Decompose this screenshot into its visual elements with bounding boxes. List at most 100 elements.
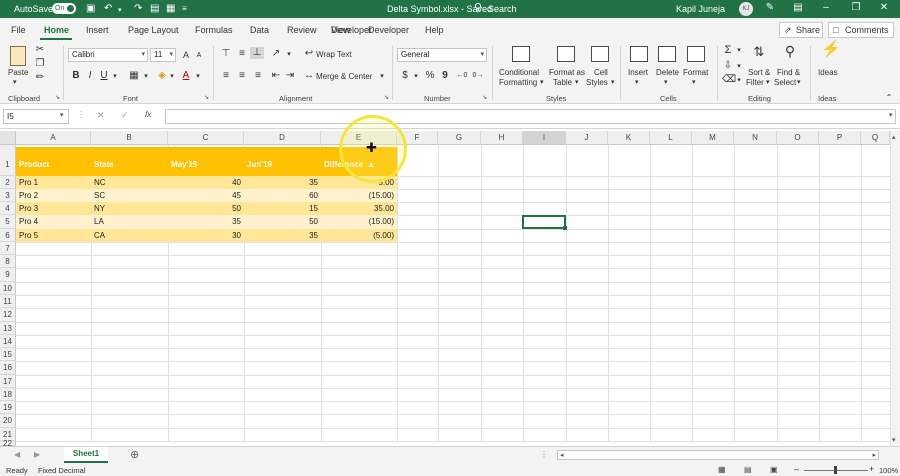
formula-bar-grip-icon[interactable]: ⋮ [77, 110, 85, 119]
table-cell[interactable]: (15.00) [321, 189, 397, 202]
collapse-ribbon-icon[interactable]: ⌃ [883, 92, 895, 104]
autosave-toggle[interactable]: On [52, 3, 76, 14]
decrease-font-icon[interactable]: A [193, 50, 205, 62]
zoom-out-icon[interactable]: – [794, 464, 799, 474]
row-header-14[interactable]: 14 [0, 335, 16, 348]
row-header-8[interactable]: 8 [0, 255, 16, 268]
clear-dropdown-icon[interactable]: ▾ [733, 75, 745, 87]
cut-icon[interactable]: ✂ [34, 44, 46, 56]
column-header-i[interactable]: I [523, 131, 566, 145]
borders-dropdown-icon[interactable]: ▾ [140, 71, 152, 83]
italic-button[interactable]: I [84, 70, 96, 82]
clipboard-launcher-icon[interactable]: ↘ [55, 94, 60, 101]
row-header-20[interactable]: 20 [0, 414, 16, 428]
column-header-q[interactable]: Q [861, 131, 890, 145]
delete-button[interactable]: Delete [656, 68, 679, 78]
insert-button[interactable]: Insert [628, 68, 648, 78]
align-right-icon[interactable]: ≡ [252, 70, 264, 82]
format-cells-icon[interactable] [687, 46, 705, 62]
table-cell[interactable]: 30 [168, 229, 244, 242]
tab-help[interactable]: Help [425, 25, 444, 35]
table-header-cell[interactable]: Jun'19 [244, 147, 321, 176]
column-header-o[interactable]: O [777, 131, 819, 145]
table-cell[interactable]: Pro 2 [16, 189, 91, 202]
table-cell[interactable]: 50 [244, 215, 321, 229]
cell-styles-icon[interactable] [591, 46, 609, 62]
select-all-corner[interactable] [0, 131, 16, 145]
row-header-15[interactable]: 15 [0, 348, 16, 361]
find-dropdown-icon[interactable]: ▾ [797, 78, 801, 88]
format-as-table-icon[interactable] [557, 46, 575, 62]
user-name[interactable]: Kapil Juneja [676, 3, 725, 15]
zoom-slider-thumb[interactable] [834, 466, 837, 474]
middle-align-icon[interactable]: ≡ [236, 48, 248, 60]
save-icon[interactable]: ▣ [86, 3, 95, 15]
row-header-13[interactable]: 13 [0, 322, 16, 335]
table-cell[interactable]: Pro 1 [16, 176, 91, 189]
number-launcher-icon[interactable]: ↘ [482, 94, 487, 101]
top-align-icon[interactable]: ⊤ [220, 48, 232, 60]
conditional-formatting-label-2[interactable]: Formatting [499, 78, 537, 88]
column-header-k[interactable]: K [608, 131, 650, 145]
restore-icon[interactable]: ❐ [848, 2, 864, 13]
sheet-bar-splitter-icon[interactable]: ⋮ [540, 450, 548, 459]
font-color-icon[interactable]: A [180, 70, 192, 82]
active-cell-selection[interactable] [522, 215, 567, 230]
table-cell[interactable]: 35 [244, 229, 321, 242]
expand-formula-bar-icon[interactable]: ▾ [889, 111, 893, 119]
scroll-left-icon[interactable]: ◂ [560, 451, 564, 459]
fill-dropdown-icon[interactable]: ▾ [733, 61, 745, 73]
table-cell[interactable]: SC [91, 189, 168, 202]
table-cell[interactable]: 35 [168, 215, 244, 229]
clipboard-icon[interactable]: ▤ [150, 3, 159, 15]
autosum-dropdown-icon[interactable]: ▾ [733, 45, 745, 57]
table-header-cell[interactable]: May'19 [168, 147, 244, 176]
prev-sheet-icon[interactable]: ◀ [14, 450, 20, 459]
row-header-4[interactable]: 4 [0, 202, 16, 215]
bottom-align-icon[interactable]: ⊥ [250, 47, 264, 59]
undo-icon[interactable]: ↶ [104, 3, 112, 15]
format-as-table-label-2[interactable]: Table [553, 78, 572, 88]
currency-dropdown-icon[interactable]: ▾ [410, 71, 422, 83]
find-select-label-2[interactable]: Select [774, 78, 796, 88]
font-launcher-icon[interactable]: ↘ [204, 94, 209, 101]
decrease-indent-icon[interactable]: ⇤ [270, 70, 282, 82]
tab-review[interactable]: Review [287, 25, 317, 35]
cell-styles-dropdown-icon[interactable]: ▾ [611, 78, 615, 88]
find-select-label-1[interactable]: Find & [777, 68, 800, 78]
zoom-level[interactable]: 100% [879, 466, 898, 475]
row-header-10[interactable]: 10 [0, 282, 16, 295]
row-header-16[interactable]: 16 [0, 361, 16, 375]
sort-dropdown-icon[interactable]: ▾ [766, 78, 770, 88]
column-header-g[interactable]: G [438, 131, 481, 145]
copy-icon[interactable]: ❐ [34, 58, 46, 70]
cell-styles-label-2[interactable]: Styles [586, 78, 608, 88]
row-header-9[interactable]: 9 [0, 268, 16, 282]
page-break-view-icon[interactable]: ▣ [770, 465, 778, 474]
avatar[interactable]: KJ [739, 2, 753, 16]
table-cell[interactable]: LA [91, 215, 168, 229]
table-cell[interactable]: 60 [244, 189, 321, 202]
table-cell[interactable]: Pro 3 [16, 202, 91, 215]
scroll-right-icon[interactable]: ▸ [872, 451, 876, 459]
row-header-11[interactable]: 11 [0, 295, 16, 308]
column-header-d[interactable]: D [244, 131, 321, 145]
table-header-cell[interactable]: State [91, 147, 168, 176]
font-size-combo[interactable]: 11 [150, 48, 176, 62]
ideas-button[interactable]: Ideas [818, 68, 838, 78]
share-button[interactable]: ⇗ Share [779, 22, 823, 38]
font-name-combo[interactable]: Calibri [68, 48, 148, 62]
tab-developer[interactable]: Developer [368, 25, 409, 35]
align-center-icon[interactable]: ≡ [236, 70, 248, 82]
merge-center-button[interactable]: Merge & Center [316, 72, 372, 82]
insert-cells-icon[interactable] [630, 46, 648, 62]
tab-view-label[interactable]: View [331, 25, 350, 35]
font-color-dropdown-icon[interactable]: ▾ [192, 71, 204, 83]
increase-indent-icon[interactable]: ⇥ [284, 70, 296, 82]
table-cell[interactable]: 35.00 [321, 202, 397, 215]
percent-button[interactable]: % [424, 70, 436, 82]
conditional-formatting-icon[interactable] [512, 46, 530, 62]
row-header-7[interactable]: 7 [0, 242, 16, 255]
ideas-icon[interactable]: ⚡ [821, 42, 841, 58]
column-header-b[interactable]: B [91, 131, 168, 145]
